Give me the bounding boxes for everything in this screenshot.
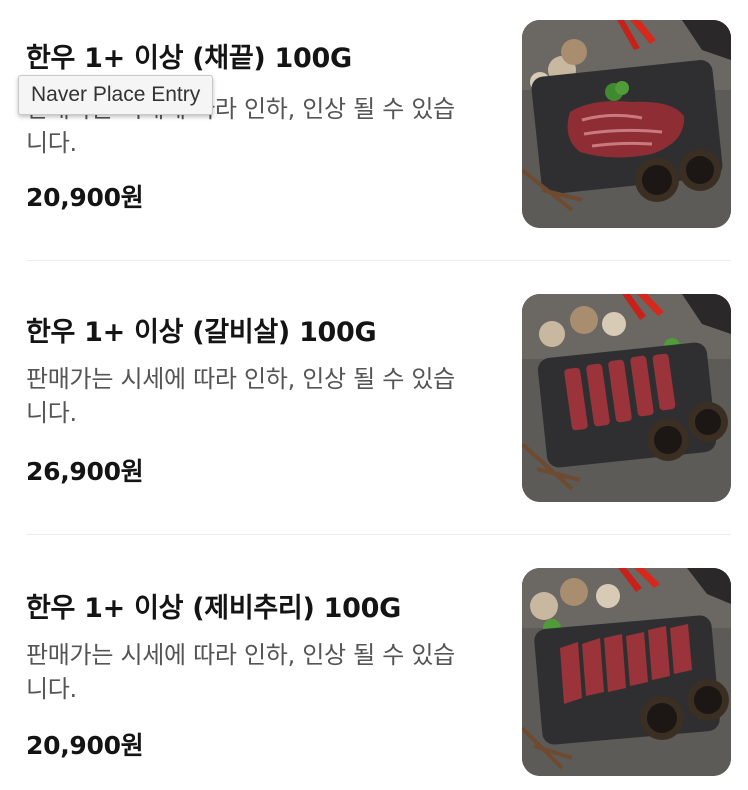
menu-item[interactable]: 한우 1+ 이상 (제비추리) 100G 판매가는 시세에 따라 인하, 인상 … [26,568,731,778]
menu-item-title: 한우 1+ 이상 (갈비살) 100G [26,317,377,348]
menu-item-price: 20,900원 [26,183,144,212]
menu-item[interactable]: 한우 1+ 이상 (채끝) 100G 판매가는 시세에 따라 인하, 인상 될 … [26,20,731,230]
divider [26,260,731,261]
menu-item[interactable]: 한우 1+ 이상 (갈비살) 100G 판매가는 시세에 따라 인하, 인상 될… [26,294,731,504]
menu-item-title: 한우 1+ 이상 (채끝) 100G [26,43,352,74]
tooltip: Naver Place Entry [18,75,214,115]
menu-item-description: 판매가는 시세에 따라 인하, 인상 될 수 있습니다. [26,365,455,427]
menu-item-photo[interactable] [522,20,731,228]
divider [26,534,731,535]
menu-item-photo[interactable] [522,294,731,502]
menu-item-description: 판매가는 시세에 따라 인하, 인상 될 수 있습니다. [26,641,455,703]
menu-item-title: 한우 1+ 이상 (제비추리) 100G [26,593,401,624]
menu-item-price: 26,900원 [26,457,144,486]
menu-item-photo[interactable] [522,568,731,776]
menu-item-price: 20,900원 [26,731,144,760]
